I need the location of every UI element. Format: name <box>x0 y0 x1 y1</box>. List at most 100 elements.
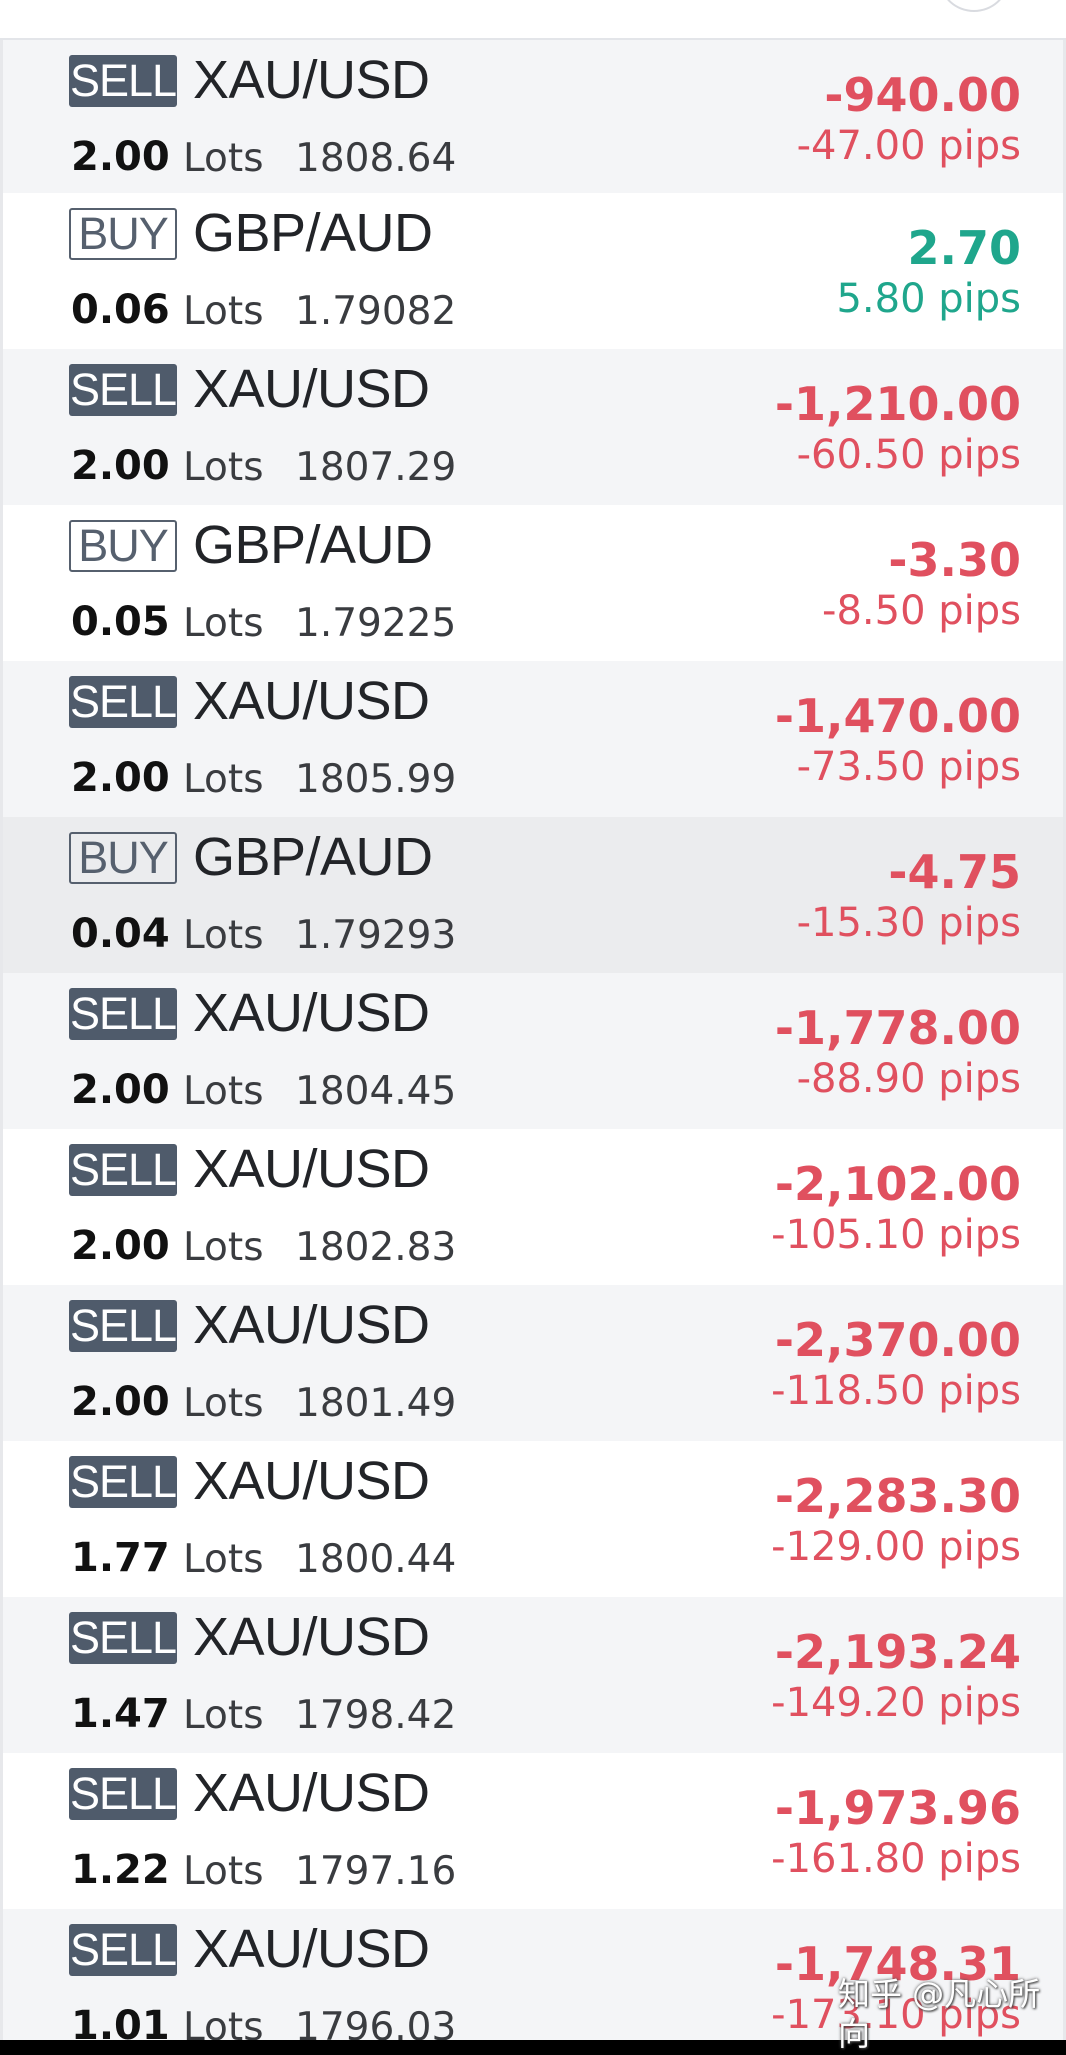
lots-label: Lots <box>183 1381 264 1426</box>
position-pips: -149.20 pips <box>771 1680 1021 1726</box>
position-symbol: XAU/USD <box>193 50 430 110</box>
lots-label: Lots <box>183 913 264 958</box>
lots-label: Lots <box>183 1693 264 1738</box>
position-lots: 2.00 <box>71 1379 170 1425</box>
position-row[interactable]: SELL XAU/USD 2.00 Lots 1808.64 -940.00 -47.00 … <box>3 40 1063 196</box>
position-pips: -73.50 pips <box>796 744 1021 790</box>
position-symbol: XAU/USD <box>193 983 430 1043</box>
position-profit: -2,102.00 <box>774 1157 1021 1211</box>
lots-label: Lots <box>183 289 264 334</box>
position-lots: 2.00 <box>71 1223 170 1269</box>
lots-label: Lots <box>183 757 264 802</box>
position-lots: 0.05 <box>71 599 170 645</box>
sell-badge: SELL <box>69 55 177 107</box>
position-pips: -8.50 pips <box>822 588 1021 634</box>
sell-badge: SELL <box>69 988 177 1040</box>
position-pips: -105.10 pips <box>771 1212 1021 1258</box>
position-row[interactable]: SELL XAU/USD 2.00 Lots 1807.29 -1,210.00 -60.5… <box>3 349 1063 505</box>
open-price: 1.79225 <box>295 601 457 646</box>
position-profit: -940.00 <box>824 68 1021 122</box>
position-pips: -60.50 pips <box>796 432 1021 478</box>
position-row[interactable]: SELL XAU/USD 2.00 Lots 1802.83 -2,102.00 -105.… <box>3 1129 1063 1285</box>
open-price: 1805.99 <box>295 757 457 802</box>
position-row[interactable]: BUY GBP/AUD 0.06 Lots 1.79082 2.70 5.80 pips <box>3 193 1063 349</box>
position-row[interactable]: SELL XAU/USD 2.00 Lots 1804.45 -1,778.00 -88.9… <box>3 973 1063 1129</box>
open-price: 1798.42 <box>295 1693 457 1738</box>
open-price: 1800.44 <box>295 1537 457 1582</box>
buy-badge: BUY <box>69 208 177 260</box>
left-divider <box>0 40 3 2055</box>
position-symbol: XAU/USD <box>193 1607 430 1667</box>
open-price: 1797.16 <box>295 1849 457 1894</box>
position-lots: 2.00 <box>71 134 170 180</box>
lots-label: Lots <box>183 1225 264 1270</box>
buy-badge: BUY <box>69 520 177 572</box>
position-row[interactable]: SELL XAU/USD 1.47 Lots 1798.42 -2,193.24 -149.… <box>3 1597 1063 1753</box>
sell-badge: SELL <box>69 1300 177 1352</box>
position-row[interactable]: SELL XAU/USD 1.77 Lots 1800.44 -2,283.30 -129.… <box>3 1441 1063 1597</box>
lots-label: Lots <box>183 1069 264 1114</box>
position-row[interactable]: BUY GBP/AUD 0.04 Lots 1.79293 -4.75 -15.30 pip… <box>3 817 1063 973</box>
position-profit: -1,973.96 <box>774 1781 1021 1835</box>
top-action-button[interactable] <box>940 0 1008 12</box>
open-price: 1802.83 <box>295 1225 457 1270</box>
position-profit: -2,283.30 <box>774 1469 1021 1523</box>
sell-badge: SELL <box>69 1612 177 1664</box>
position-symbol: XAU/USD <box>193 1295 430 1355</box>
sell-badge: SELL <box>69 1924 177 1976</box>
position-symbol: XAU/USD <box>193 1919 430 1979</box>
position-pips: -161.80 pips <box>771 1836 1021 1882</box>
position-symbol: XAU/USD <box>193 1139 430 1199</box>
position-symbol: XAU/USD <box>193 359 430 419</box>
open-price: 1807.29 <box>295 445 457 490</box>
open-price: 1.79082 <box>295 289 457 334</box>
position-lots: 2.00 <box>71 1067 170 1113</box>
position-row[interactable]: SELL XAU/USD 2.00 Lots 1801.49 -2,370.00 -118.… <box>3 1285 1063 1441</box>
position-pips: -15.30 pips <box>796 900 1021 946</box>
lots-label: Lots <box>183 601 264 646</box>
position-profit: -1,778.00 <box>774 1001 1021 1055</box>
position-lots: 2.00 <box>71 755 170 801</box>
lots-label: Lots <box>183 445 264 490</box>
open-price: 1808.64 <box>295 136 457 181</box>
position-lots: 1.47 <box>71 1691 170 1737</box>
position-symbol: XAU/USD <box>193 671 430 731</box>
sell-badge: SELL <box>69 1768 177 1820</box>
position-pips: -88.90 pips <box>796 1056 1021 1102</box>
positions-screen: SELL XAU/USD 2.00 Lots 1808.64 -940.00 -47.00 … <box>0 0 1066 2055</box>
position-profit: -1,210.00 <box>774 377 1021 431</box>
position-profit: -2,370.00 <box>774 1313 1021 1367</box>
position-lots: 0.04 <box>71 911 170 957</box>
position-lots: 0.06 <box>71 287 170 333</box>
sell-badge: SELL <box>69 364 177 416</box>
sell-badge: SELL <box>69 1456 177 1508</box>
position-symbol: XAU/USD <box>193 1763 430 1823</box>
watermark-text: 知乎 @凡心所向 <box>838 1975 1041 2053</box>
position-profit: 2.70 <box>907 221 1022 275</box>
position-lots: 2.00 <box>71 443 170 489</box>
position-symbol: GBP/AUD <box>193 203 433 263</box>
open-price: 1.79293 <box>295 913 457 958</box>
top-bar <box>0 0 1066 40</box>
position-profit: -2,193.24 <box>774 1625 1021 1679</box>
position-profit: -4.75 <box>888 845 1021 899</box>
position-row[interactable]: SELL XAU/USD 2.00 Lots 1805.99 -1,470.00 -73.5… <box>3 661 1063 817</box>
position-pips: -118.50 pips <box>771 1368 1021 1414</box>
sell-badge: SELL <box>69 1144 177 1196</box>
position-profit: -1,470.00 <box>774 689 1021 743</box>
open-price: 1801.49 <box>295 1381 457 1426</box>
position-lots: 1.77 <box>71 1535 170 1581</box>
position-pips: -129.00 pips <box>771 1524 1021 1570</box>
position-row[interactable]: SELL XAU/USD 1.22 Lots 1797.16 -1,973.96 -161.… <box>3 1753 1063 1909</box>
position-symbol: GBP/AUD <box>193 827 433 887</box>
lots-label: Lots <box>183 136 264 181</box>
position-symbol: GBP/AUD <box>193 515 433 575</box>
lots-label: Lots <box>183 1537 264 1582</box>
open-price: 1804.45 <box>295 1069 457 1114</box>
buy-badge: BUY <box>69 832 177 884</box>
sell-badge: SELL <box>69 676 177 728</box>
position-lots: 1.22 <box>71 1847 170 1893</box>
position-symbol: XAU/USD <box>193 1451 430 1511</box>
position-row[interactable]: BUY GBP/AUD 0.05 Lots 1.79225 -3.30 -8.50 pips <box>3 505 1063 661</box>
position-pips: -47.00 pips <box>796 123 1021 169</box>
